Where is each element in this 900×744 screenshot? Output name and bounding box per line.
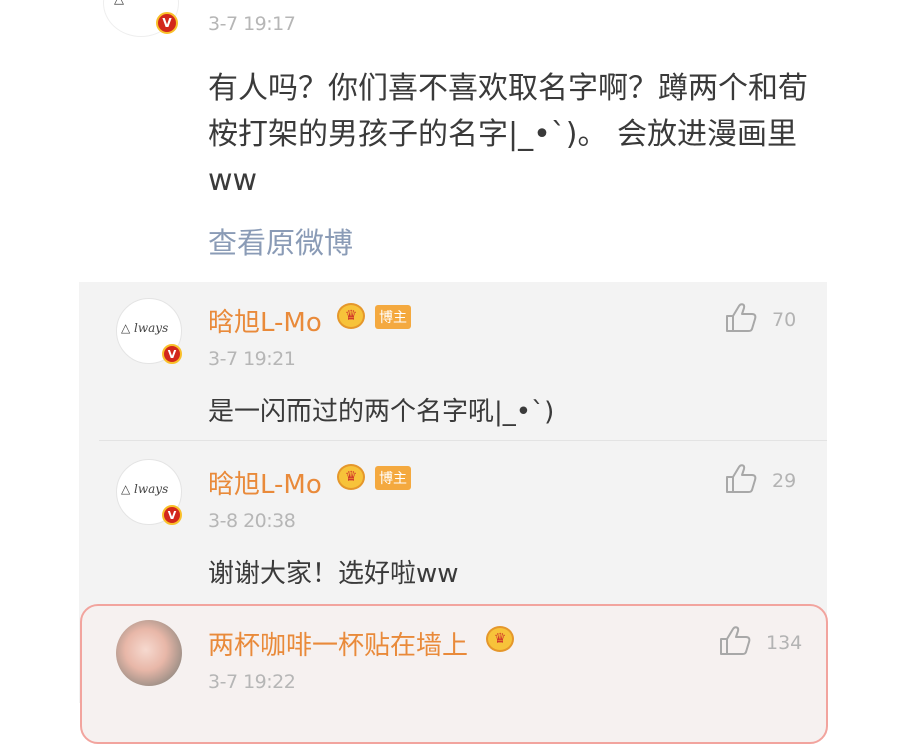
comment-username[interactable]: 两杯咖啡一杯贴在墙上 xyxy=(208,625,468,662)
view-original-link[interactable]: 查看原微博 xyxy=(208,220,353,262)
crown-icon: ♛ xyxy=(337,303,365,329)
crown-icon: ♛ xyxy=(486,626,514,652)
comment-avatar[interactable] xyxy=(116,620,182,686)
verified-badge-icon: V xyxy=(156,12,178,34)
thumbs-up-icon[interactable] xyxy=(724,302,758,334)
comment-time: 3-8 20:38 xyxy=(208,510,296,532)
comment-time: 3-7 19:21 xyxy=(208,348,296,370)
verified-badge-icon: V xyxy=(162,344,182,364)
thumbs-up-icon[interactable] xyxy=(718,625,752,657)
thumbs-up-icon[interactable] xyxy=(724,463,758,495)
blogger-badge: 博主 xyxy=(375,305,411,329)
like-count: 134 xyxy=(766,632,803,654)
post-time: 3-7 19:17 xyxy=(208,13,296,35)
comment-username[interactable]: 晗旭L-Mo xyxy=(208,302,322,339)
comment-time: 3-7 19:22 xyxy=(208,671,296,693)
comment-divider xyxy=(99,440,827,441)
comment-text: 谢谢大家！选好啦ww xyxy=(208,559,459,589)
like-count: 29 xyxy=(772,470,797,492)
like-count: 70 xyxy=(772,309,797,331)
comment-username[interactable]: 晗旭L-Mo xyxy=(208,464,322,501)
blogger-badge: 博主 xyxy=(375,466,411,490)
post-text: 有人吗？你们喜不喜欢取名字啊？蹲两个和荀桉打架的男孩子的名字|_•`)。 会放进… xyxy=(208,71,808,198)
verified-badge-icon: V xyxy=(162,505,182,525)
crown-icon: ♛ xyxy=(337,464,365,490)
comment-text: 是一闪而过的两个名字吼|_•`) xyxy=(208,397,555,427)
